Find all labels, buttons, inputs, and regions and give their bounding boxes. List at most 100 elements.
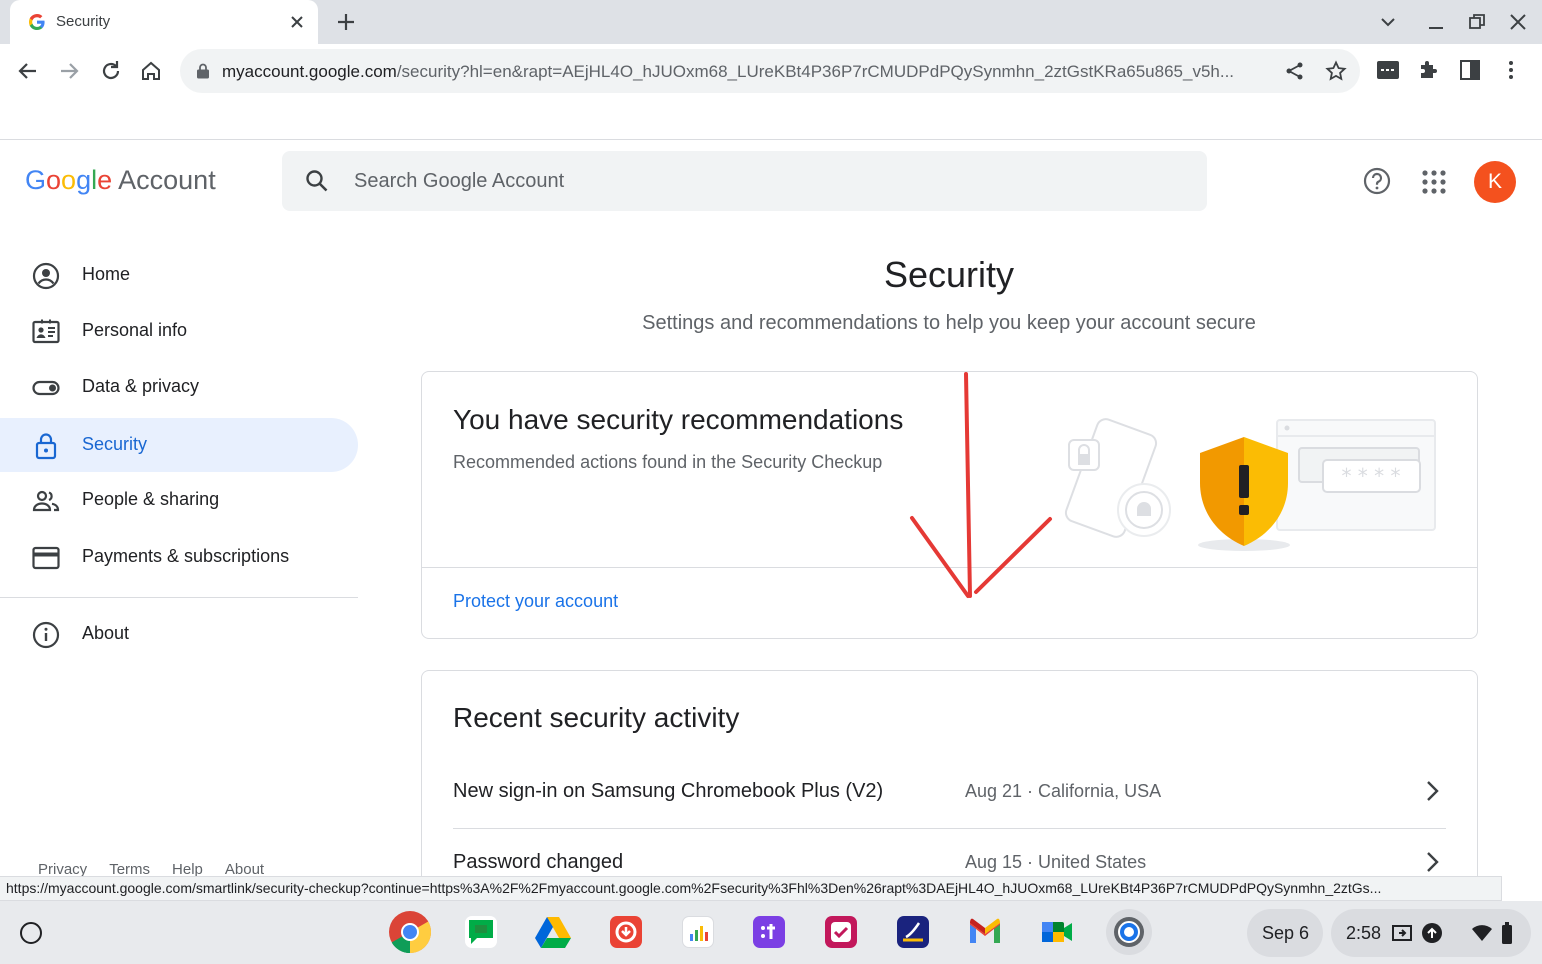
sidebar-item-personal-info[interactable]: Personal info [0, 304, 358, 358]
google-chat-icon[interactable] [458, 909, 504, 955]
logo-letter: g [76, 165, 92, 195]
sidebar-item-payments[interactable]: Payments & subscriptions [0, 530, 358, 584]
settings-icon[interactable] [1106, 909, 1152, 955]
close-tab-icon[interactable] [286, 11, 308, 33]
toggle-icon [32, 380, 60, 396]
new-tab-icon[interactable] [335, 11, 357, 33]
logo-letter: e [97, 165, 113, 195]
gmail-icon[interactable] [962, 909, 1008, 955]
sidebar-item-people-sharing[interactable]: People & sharing [0, 473, 358, 527]
search-box[interactable] [282, 151, 1207, 211]
screen: Security myaccount.google.com/security?h… [0, 0, 1542, 964]
chrome-logo-icon [389, 911, 432, 953]
protect-account-link[interactable]: Protect your account [453, 591, 618, 612]
activity-title: Password changed [453, 851, 624, 873]
sidebar-item-data-privacy[interactable]: Data & privacy [0, 360, 358, 414]
chrome-icon[interactable] [387, 909, 433, 955]
sidebar-divider [0, 597, 358, 598]
sidebar-item-about[interactable]: About [0, 607, 358, 661]
sidebar-item-label: Security [82, 434, 148, 454]
google-wordmark: Google [25, 165, 112, 195]
share-icon[interactable] [1284, 60, 1306, 82]
credit-card-icon [32, 546, 60, 570]
battery-icon [1502, 922, 1512, 944]
svg-text:* * * *: * * * * [1341, 464, 1400, 488]
sidebar-item-security[interactable]: Security [0, 418, 358, 472]
id-card-icon [32, 319, 60, 344]
sidebar-item-label: Data & privacy [82, 376, 200, 396]
extension-password-icon[interactable] [1376, 58, 1400, 82]
tab-title: Security [56, 13, 111, 30]
forward-icon[interactable] [56, 58, 82, 84]
sidebar-item-home[interactable]: Home [0, 248, 358, 302]
phone-illustration-icon [1064, 418, 1171, 538]
back-icon[interactable] [15, 58, 41, 84]
lens-app-icon[interactable] [890, 909, 936, 955]
chevron-right-icon [1427, 781, 1439, 801]
url-text[interactable]: myaccount.google.com/security?hl=en&rapt… [222, 62, 1267, 82]
tab-search-chevron-icon[interactable] [1378, 12, 1398, 32]
logo-letter: G [25, 165, 47, 195]
upload-status-icon [1422, 923, 1442, 943]
google-account-logo[interactable]: Google Account [25, 165, 216, 196]
red-app-icon[interactable] [603, 909, 649, 955]
recent-activity-card: Recent security activity New sign-in on … [421, 670, 1478, 900]
help-icon[interactable] [1362, 166, 1392, 196]
shelf: Sep 6 2:58 [0, 901, 1542, 964]
people-icon [32, 490, 60, 512]
close-window-icon[interactable] [1508, 12, 1528, 32]
security-illustration: * * * * [1064, 418, 1436, 551]
screen-capture-icon [1392, 925, 1412, 941]
browser-window-illustration-icon: * * * * [1276, 419, 1436, 531]
address-bar[interactable]: myaccount.google.com/security?hl=en&rapt… [180, 49, 1360, 93]
status-tray[interactable]: 2:58 [1331, 909, 1531, 957]
launcher-icon[interactable] [20, 922, 42, 944]
more-menu-icon[interactable] [1499, 58, 1523, 82]
google-meet-icon[interactable] [1034, 909, 1080, 955]
home-icon[interactable] [138, 58, 164, 84]
browser-toolbar: myaccount.google.com/security?hl=en&rapt… [0, 44, 1542, 98]
restore-icon[interactable] [1467, 12, 1487, 32]
sidebar-item-label: About [82, 623, 130, 643]
browser-tab[interactable]: Security [10, 0, 318, 44]
bookmark-star-icon[interactable] [1325, 60, 1347, 82]
extensions-puzzle-icon[interactable] [1417, 58, 1441, 82]
row-divider [453, 828, 1446, 829]
logo-suffix: Account [118, 165, 216, 195]
sidebar-item-label: Home [82, 264, 131, 284]
google-favicon-icon [29, 14, 45, 30]
date-pill[interactable]: Sep 6 [1247, 909, 1323, 957]
tasks-app-icon[interactable] [818, 909, 864, 955]
reload-icon[interactable] [98, 58, 124, 84]
side-panel-icon[interactable] [1458, 58, 1482, 82]
lock-icon[interactable] [196, 63, 210, 79]
search-icon[interactable] [304, 168, 330, 194]
pay-app-icon[interactable] [675, 909, 721, 955]
teams-app-icon[interactable] [746, 909, 792, 955]
card-description: Recommended actions found in the Securit… [453, 452, 883, 472]
time-text: 2:58 [1346, 923, 1382, 943]
minimize-icon[interactable] [1426, 12, 1446, 32]
avatar[interactable]: K [1474, 161, 1516, 203]
logo-letter: o [46, 165, 62, 195]
app-tile [825, 916, 857, 948]
google-apps-icon[interactable] [1420, 168, 1448, 196]
sidebar-item-label: Payments & subscriptions [82, 546, 290, 566]
app-tile [753, 916, 785, 948]
activity-meta: Aug 21 · California, USA [965, 781, 1162, 801]
app-tile [610, 916, 642, 948]
page-title: Security [883, 254, 1015, 295]
red-arrow-annotation [910, 372, 1052, 598]
sidebar-item-label: People & sharing [82, 489, 220, 509]
activity-row[interactable]: New sign-in on Samsung Chromebook Plus (… [453, 780, 1477, 842]
google-drive-icon[interactable] [530, 909, 576, 955]
card-title: You have security recommendations [453, 404, 904, 435]
search-input[interactable] [354, 151, 1174, 211]
chevron-right-icon [1427, 852, 1439, 872]
url-host: myaccount.google.com [222, 62, 397, 81]
account-circle-icon [32, 262, 60, 290]
activity-meta: Aug 15 · United States [965, 852, 1147, 872]
date-text: Sep 6 [1262, 923, 1310, 943]
logo-letter: o [61, 165, 77, 195]
app-tile [682, 916, 714, 948]
